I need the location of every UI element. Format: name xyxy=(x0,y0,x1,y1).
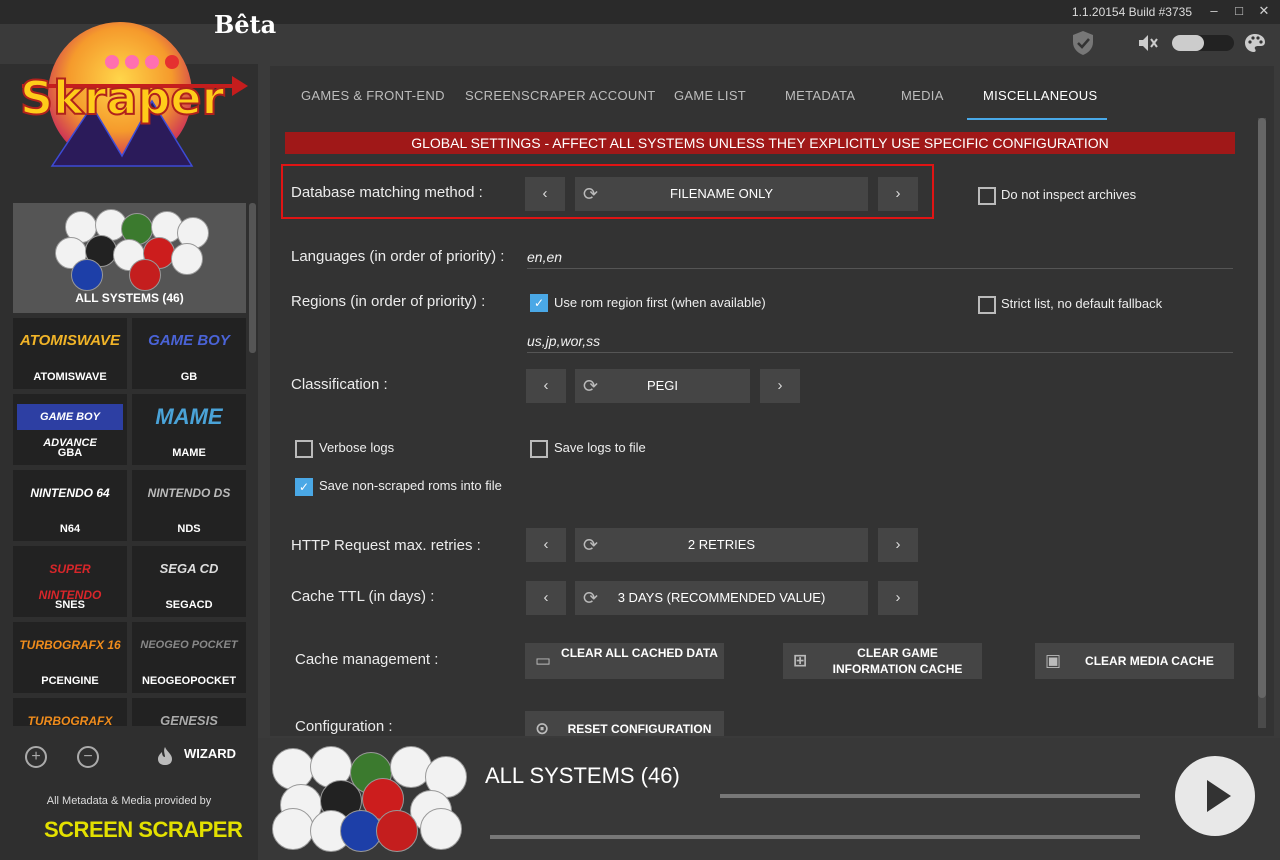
tab-media[interactable]: MEDIA xyxy=(901,88,944,103)
system-tile[interactable]: SUPER NINTENDO SNES xyxy=(13,546,127,617)
refresh-icon: ⟳ xyxy=(583,535,599,555)
verbose-logs-checkbox[interactable] xyxy=(295,440,313,458)
palette-icon[interactable] xyxy=(1244,33,1266,58)
classification-value[interactable]: ⟳ PEGI xyxy=(575,369,750,403)
system-tile[interactable]: GENESIS xyxy=(132,698,246,726)
use-rom-region-label: Use rom region first (when available) xyxy=(554,295,766,310)
clear-game-info-button[interactable]: ⊞ CLEAR GAME INFORMATION CACHE xyxy=(783,643,982,679)
speaker-muted-icon[interactable] xyxy=(1137,33,1159,58)
systems-grid: ATOMISWAVE ATOMISWAVE GAME BOY GB GAME BOY… xyxy=(13,318,246,726)
tab-game-list[interactable]: GAME LIST xyxy=(674,88,746,103)
systems-badges xyxy=(51,207,211,291)
save-logs-label: Save logs to file xyxy=(554,440,646,455)
sidebar-scrollbar[interactable] xyxy=(249,203,256,353)
languages-label: Languages (in order of priority) : xyxy=(291,248,505,265)
system-tile[interactable]: GAME BOY GB xyxy=(132,318,246,389)
configuration-row: Configuration : ⊙ RESET CONFIGURATION xyxy=(270,706,1274,736)
use-rom-region-checkbox[interactable]: ✓ xyxy=(530,294,548,312)
close-button[interactable]: ✕ xyxy=(1255,2,1273,20)
logo-text: Skraper xyxy=(20,71,225,125)
reset-configuration-button[interactable]: ⊙ RESET CONFIGURATION xyxy=(525,711,724,736)
system-tile[interactable]: NINTENDO 64 N64 xyxy=(13,470,127,541)
refresh-icon: ⟳ xyxy=(583,376,599,396)
settings-scrollbar[interactable] xyxy=(1258,118,1266,728)
strict-list-checkbox[interactable] xyxy=(978,296,996,314)
beta-label: Bêta xyxy=(214,10,277,39)
save-nonscraped-label: Save non-scraped roms into file xyxy=(319,478,502,493)
refresh-icon: ⟳ xyxy=(583,588,599,608)
volume-slider[interactable] xyxy=(1172,35,1234,51)
play-button[interactable] xyxy=(1175,756,1255,836)
add-system-icon[interactable]: + xyxy=(25,746,47,768)
system-tile[interactable]: NEOGEO POCKET NEOGEOPOCKET xyxy=(132,622,246,693)
system-tile[interactable]: NINTENDO DS NDS xyxy=(132,470,246,541)
clear-all-cached-button[interactable]: ▭ CLEAR ALL CACHED DATA xyxy=(525,643,724,679)
cache-ttl-value[interactable]: ⟳ 3 DAYS (RECOMMENDED VALUE) xyxy=(575,581,868,615)
minimize-button[interactable]: – xyxy=(1205,2,1223,20)
tab-metadata[interactable]: METADATA xyxy=(785,88,855,103)
strict-list-label: Strict list, no default fallback xyxy=(1001,296,1163,311)
clear-media-button[interactable]: ▣ CLEAR MEDIA CACHE xyxy=(1035,643,1234,679)
images-icon: ▣ xyxy=(1045,651,1062,670)
no-inspect-archives-label: Do not inspect archives xyxy=(1001,187,1137,202)
bottom-bar: ALL SYSTEMS (46) xyxy=(258,738,1280,860)
system-tile[interactable]: MAME MAME xyxy=(132,394,246,465)
wizard-button[interactable]: WIZARD xyxy=(184,746,236,761)
all-systems-item[interactable]: ALL SYSTEMS (46) xyxy=(13,203,246,313)
verbose-logs-label: Verbose logs xyxy=(319,440,395,455)
sidebar-controls: + − WIZARD xyxy=(0,740,258,776)
configuration-label: Configuration : xyxy=(295,718,393,735)
system-tile[interactable]: SEGA CD SEGACD xyxy=(132,546,246,617)
folder-icon: ▭ xyxy=(535,651,552,670)
tab-bar: GAMES & FRONT-END SCREENSCRAPER ACCOUNT … xyxy=(270,66,1274,120)
selected-system-title: ALL SYSTEMS (46) xyxy=(485,763,680,788)
shield-check-icon[interactable] xyxy=(1072,30,1094,61)
remove-system-icon[interactable]: − xyxy=(77,746,99,768)
bottom-systems-badges xyxy=(270,744,470,854)
highlight-box xyxy=(281,164,934,219)
system-tile[interactable]: ATOMISWAVE ATOMISWAVE xyxy=(13,318,127,389)
gamepad-icon: ⊞ xyxy=(793,651,808,670)
version-label: 1.1.20154 Build #3735 xyxy=(1071,5,1192,19)
classification-label: Classification : xyxy=(291,376,388,393)
screenscraper-logo: SCREEN SCRAPER xyxy=(44,817,243,842)
save-nonscraped-checkbox[interactable]: ✓ xyxy=(295,478,313,496)
http-retries-prev-button[interactable]: ‹ xyxy=(526,528,566,562)
cache-ttl-next-button[interactable]: › xyxy=(878,581,918,615)
languages-input[interactable]: en,en xyxy=(527,249,1233,269)
system-tile[interactable]: TURBOGRAFX xyxy=(13,698,127,726)
system-tile[interactable]: TURBOGRAFX 16 PCENGINE xyxy=(13,622,127,693)
cache-ttl-prev-button[interactable]: ‹ xyxy=(526,581,566,615)
active-tab-indicator xyxy=(967,118,1107,120)
system-tile[interactable]: GAME BOY ADVANCE GBA xyxy=(13,394,127,465)
http-retries-next-button[interactable]: › xyxy=(878,528,918,562)
classification-next-button[interactable]: › xyxy=(760,369,800,403)
cache-management-label: Cache management : xyxy=(295,651,439,668)
maximize-button[interactable]: □ xyxy=(1230,2,1248,20)
progress-bar-bottom xyxy=(490,835,1140,839)
no-inspect-archives-checkbox[interactable] xyxy=(978,187,996,205)
global-settings-banner: GLOBAL SETTINGS - AFFECT ALL SYSTEMS UNL… xyxy=(285,132,1235,154)
regions-input[interactable]: us,jp,wor,ss xyxy=(527,333,1233,353)
regions-label: Regions (in order of priority) : xyxy=(291,293,486,310)
all-systems-label: ALL SYSTEMS (46) xyxy=(75,291,184,305)
provided-by-label: All Metadata & Media provided by xyxy=(46,795,212,807)
cache-ttl-label: Cache TTL (in days) : xyxy=(291,588,435,605)
skraper-logo: Skraper xyxy=(12,16,252,192)
http-retries-label: HTTP Request max. retries : xyxy=(291,537,481,554)
tab-screenscraper-account[interactable]: SCREENSCRAPER ACCOUNT xyxy=(465,88,656,103)
progress-bar-top xyxy=(720,794,1140,798)
http-retries-value[interactable]: ⟳ 2 RETRIES xyxy=(575,528,868,562)
tab-miscellaneous[interactable]: MISCELLANEOUS xyxy=(983,88,1097,103)
tab-games-front-end[interactable]: GAMES & FRONT-END xyxy=(301,88,445,103)
save-logs-checkbox[interactable] xyxy=(530,440,548,458)
classification-prev-button[interactable]: ‹ xyxy=(526,369,566,403)
play-icon xyxy=(1207,780,1231,812)
reset-icon: ⊙ xyxy=(535,719,550,736)
flame-icon xyxy=(157,746,173,771)
